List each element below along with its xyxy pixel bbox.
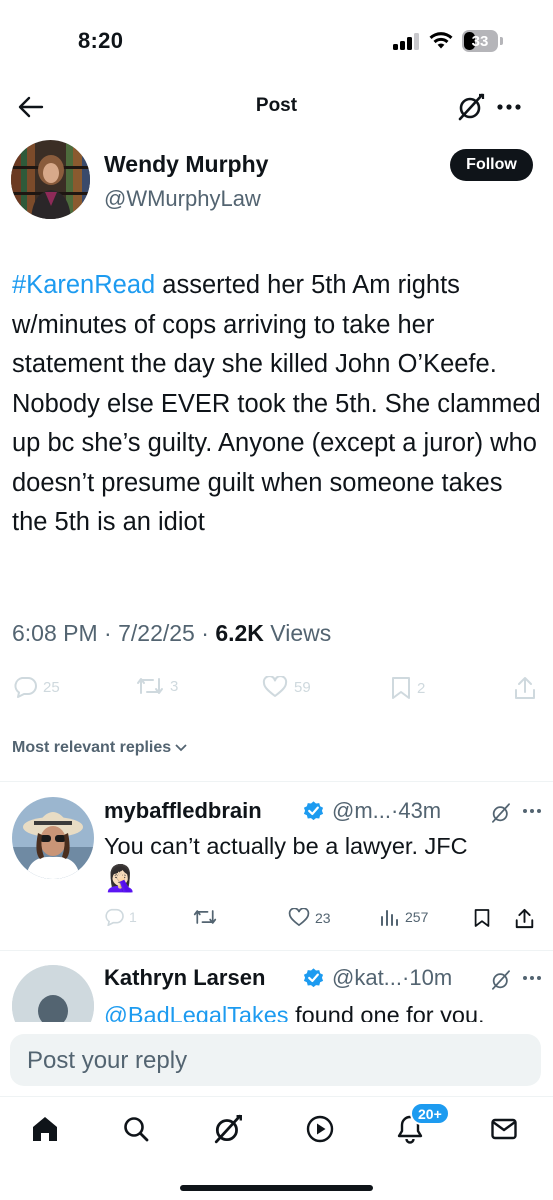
follow-button[interactable]: Follow bbox=[450, 149, 533, 181]
reply-author-name[interactable]: mybaffledbrain bbox=[104, 798, 262, 824]
reply-composer: Post your reply bbox=[0, 1022, 553, 1096]
reply-placeholder: Post your reply bbox=[27, 1047, 188, 1074]
bookmark-button[interactable]: 2 bbox=[391, 676, 425, 700]
reply-author-name[interactable]: Kathryn Larsen bbox=[104, 965, 265, 991]
reply-icon bbox=[14, 677, 37, 698]
reply-button[interactable]: 25 bbox=[13, 676, 60, 698]
more-icon[interactable] bbox=[522, 806, 542, 816]
repost-count: 3 bbox=[170, 677, 179, 695]
search-icon bbox=[124, 1117, 149, 1142]
play-icon bbox=[306, 1115, 334, 1143]
more-icon[interactable] bbox=[522, 973, 542, 983]
views-icon bbox=[381, 910, 398, 926]
grok-icon[interactable] bbox=[490, 969, 512, 991]
like-count: 23 bbox=[315, 909, 331, 926]
bookmark-count: 2 bbox=[417, 679, 426, 697]
mention-link[interactable]: @BadLegalTakes bbox=[104, 1002, 289, 1022]
like-button[interactable]: 23 bbox=[288, 908, 331, 927]
reply-count: 25 bbox=[43, 678, 60, 696]
repost-icon bbox=[137, 678, 163, 694]
bookmark-icon bbox=[474, 909, 490, 927]
tab-video[interactable] bbox=[302, 1111, 338, 1147]
views-count: 6.2K bbox=[215, 620, 264, 646]
hashtag-link[interactable]: #KarenRead bbox=[12, 271, 155, 299]
tab-search[interactable] bbox=[118, 1111, 154, 1147]
engagement-bar: 25 3 59 2 bbox=[0, 672, 553, 706]
reply-sort-dropdown[interactable]: Most relevant replies bbox=[12, 739, 188, 757]
views-button[interactable]: 257 bbox=[380, 908, 428, 926]
like-icon bbox=[288, 908, 310, 927]
home-icon bbox=[33, 1117, 57, 1141]
views-count: 257 bbox=[405, 909, 429, 925]
reply-time: 43m bbox=[398, 798, 442, 823]
verified-icon bbox=[303, 968, 324, 988]
status-time: 8:20 bbox=[78, 28, 124, 53]
share-icon bbox=[515, 908, 534, 929]
reply-author-handle: @m...·43m bbox=[332, 798, 442, 823]
avatar[interactable] bbox=[11, 140, 90, 219]
post-meta: 6:08 PM · 7/22/25 · 6.2K Views bbox=[12, 620, 332, 646]
verified-icon bbox=[303, 801, 324, 821]
status-bar: 8:20 33 bbox=[0, 0, 553, 82]
battery-indicator: 33 bbox=[462, 30, 498, 52]
share-button[interactable] bbox=[514, 676, 536, 700]
reply-icon bbox=[105, 908, 124, 926]
bookmark-icon bbox=[392, 677, 410, 699]
tab-home[interactable] bbox=[27, 1111, 63, 1147]
tab-messages[interactable] bbox=[486, 1111, 522, 1147]
reply-text: You can’t actually be a lawyer. JFC 🤦🏻‍♀… bbox=[104, 833, 468, 893]
battery-level: 33 bbox=[471, 32, 489, 50]
mail-icon bbox=[491, 1118, 517, 1140]
bookmark-button[interactable] bbox=[474, 908, 490, 928]
post-text: #KarenRead asserted her 5th Am rights w/… bbox=[12, 266, 544, 543]
tab-grok[interactable] bbox=[210, 1111, 246, 1147]
like-button[interactable]: 59 bbox=[262, 676, 311, 698]
post-time: 6:08 PM bbox=[12, 620, 98, 646]
post-author: Wendy Murphy @WMurphyLaw Follow bbox=[0, 140, 553, 230]
wifi-icon bbox=[429, 32, 453, 49]
home-indicator bbox=[180, 1185, 373, 1191]
post-body: asserted her 5th Am rights w/minutes of … bbox=[12, 271, 541, 536]
share-icon bbox=[515, 677, 535, 699]
reply-actions: 1 23 257 bbox=[0, 908, 553, 938]
facepalm-emoji: 🤦🏻‍♀️ bbox=[104, 863, 137, 893]
like-count: 59 bbox=[294, 678, 311, 696]
reply-text: @BadLegalTakes found one for you. bbox=[104, 999, 544, 1022]
post-date: 7/22/25 bbox=[118, 620, 195, 646]
sort-label: Most relevant replies bbox=[12, 739, 172, 756]
reply-item[interactable]: Kathryn Larsen @kat...·10m @BadLegalTake… bbox=[0, 951, 553, 1022]
chevron-down-icon bbox=[175, 744, 187, 752]
reply-input[interactable]: Post your reply bbox=[10, 1034, 541, 1086]
more-icon[interactable] bbox=[496, 94, 522, 120]
avatar[interactable] bbox=[12, 965, 94, 1022]
repost-button[interactable] bbox=[193, 908, 217, 926]
grok-icon bbox=[214, 1114, 242, 1144]
cellular-signal-icon bbox=[393, 32, 419, 50]
repost-icon bbox=[193, 910, 217, 924]
reply-time: 10m bbox=[409, 965, 453, 990]
author-handle[interactable]: @WMurphyLaw bbox=[104, 186, 261, 212]
views-label: Views bbox=[270, 620, 332, 646]
reply-button[interactable]: 1 bbox=[104, 908, 137, 926]
grok-icon[interactable] bbox=[490, 802, 512, 824]
repost-button[interactable]: 3 bbox=[136, 676, 178, 696]
grok-icon[interactable] bbox=[456, 92, 486, 122]
reply-author-handle: @kat...·10m bbox=[332, 965, 453, 990]
reply-count: 1 bbox=[129, 909, 137, 925]
like-icon bbox=[262, 676, 288, 697]
nav-header: Post bbox=[0, 82, 553, 130]
avatar[interactable] bbox=[12, 797, 94, 879]
notification-badge: 20+ bbox=[410, 1102, 450, 1125]
reply-item[interactable]: mybaffledbrain @m...·43m You can’t actua… bbox=[0, 782, 553, 950]
share-button[interactable] bbox=[515, 908, 534, 929]
author-name[interactable]: Wendy Murphy bbox=[104, 151, 268, 178]
